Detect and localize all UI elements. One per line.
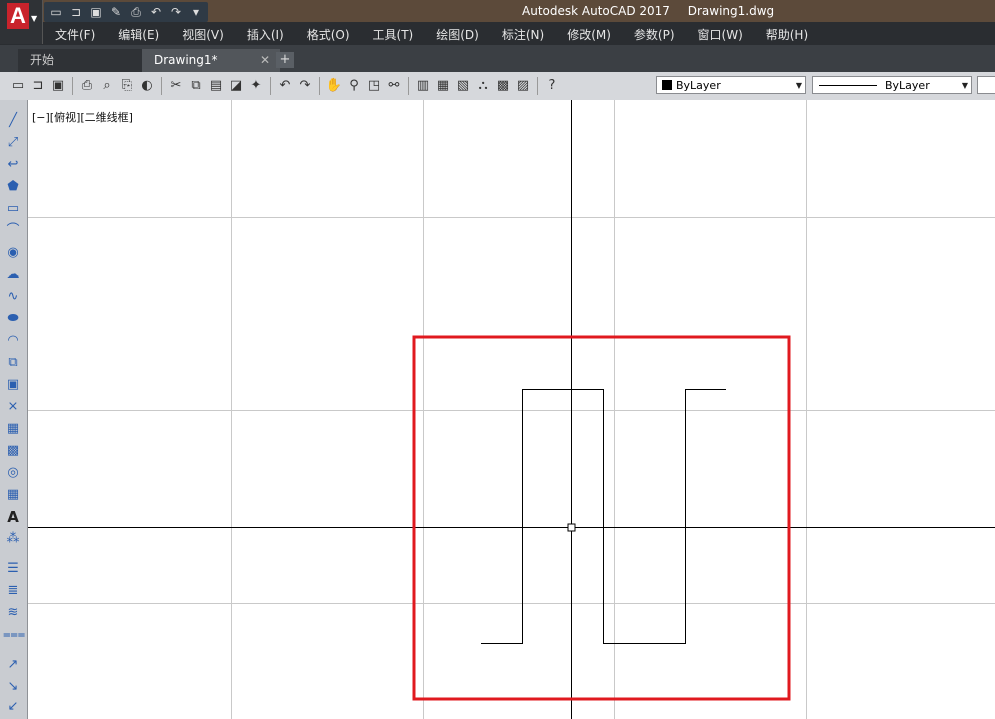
model-space [28,100,995,719]
square-wave-polyline[interactable] [481,389,726,644]
application-menu-button[interactable]: A ▼ [0,0,43,44]
autocad-logo: A [7,3,29,29]
viewport-controls[interactable]: [−][俯视][二维线框] [32,109,133,125]
grid [28,100,995,719]
chevron-down-icon: ▼ [31,14,38,23]
highlight-box [412,335,791,701]
ucs-origin-marker [567,523,576,532]
axes [28,100,995,719]
